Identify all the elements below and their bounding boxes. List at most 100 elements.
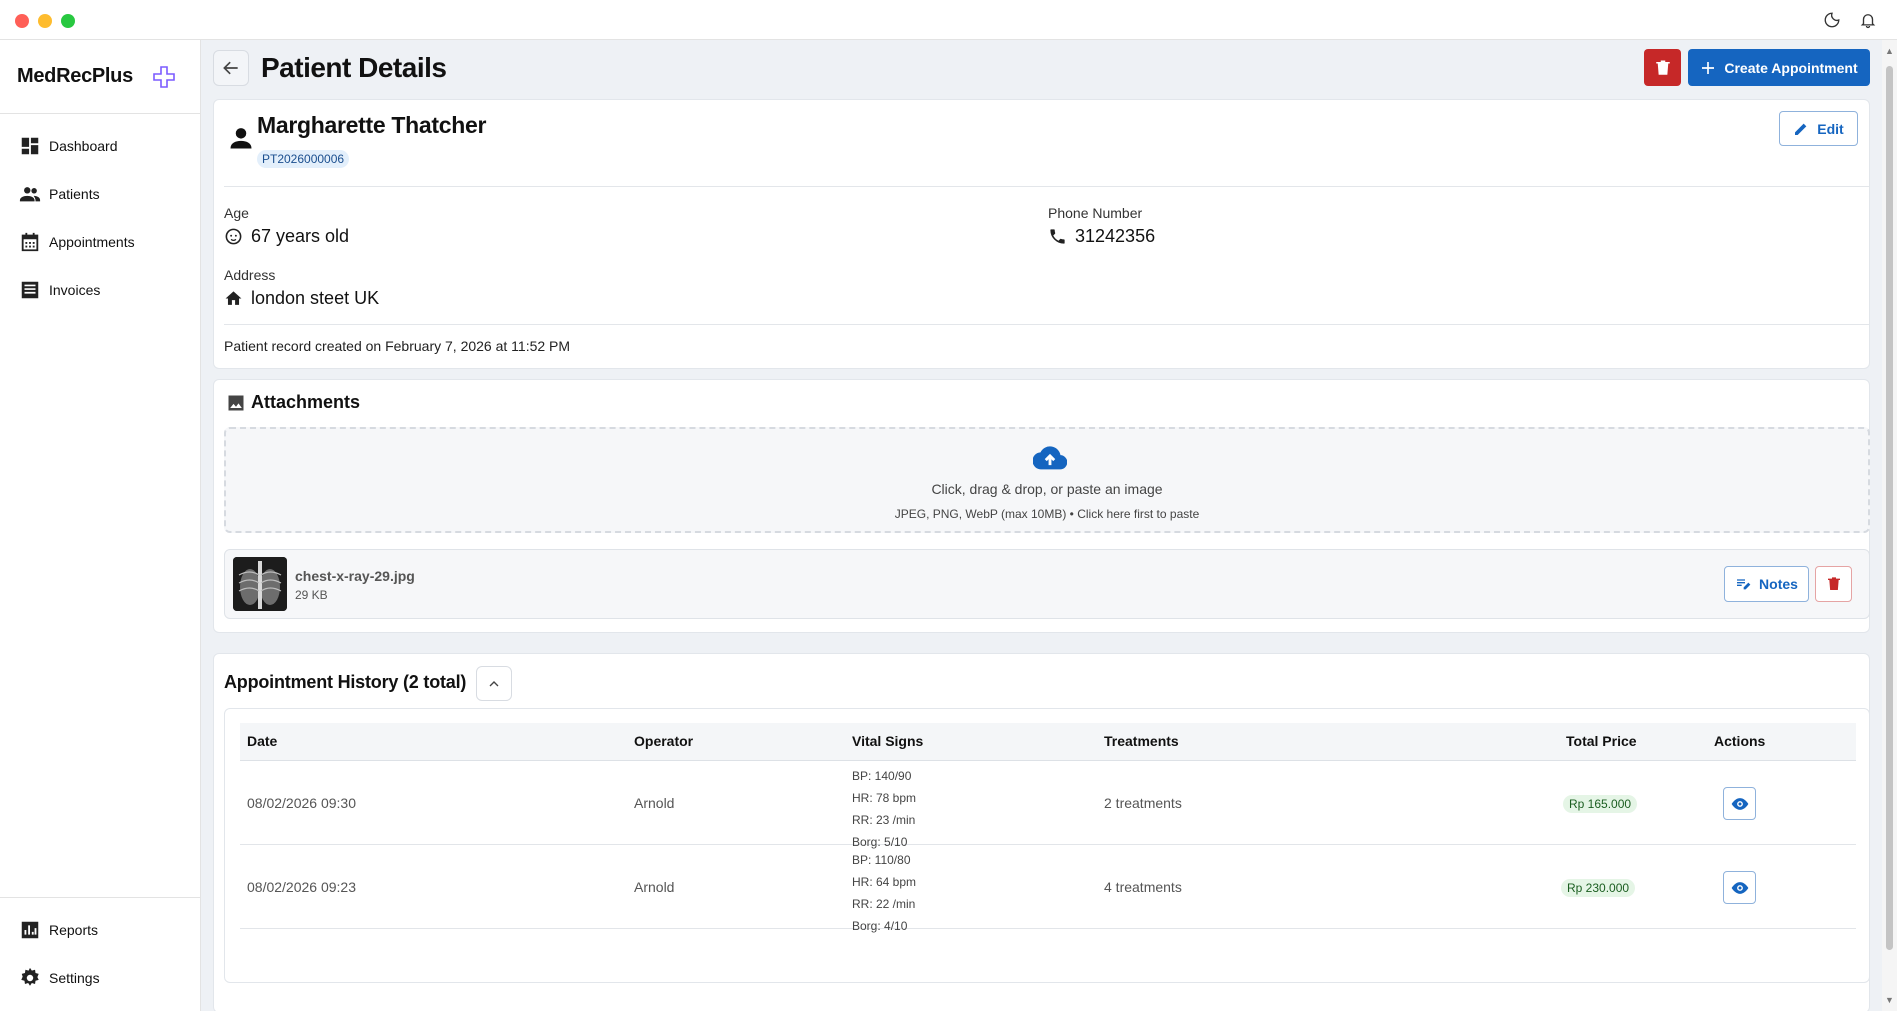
sidebar-item-patients[interactable]: Patients bbox=[0, 174, 200, 214]
trash-icon bbox=[1827, 577, 1840, 590]
vital-bp: BP: 140/90 bbox=[852, 769, 912, 783]
vital-rr: RR: 22 /min bbox=[852, 897, 916, 911]
cloud-upload-icon bbox=[1033, 446, 1067, 470]
notification-bell-icon[interactable] bbox=[1859, 11, 1877, 29]
column-header-actions: Actions bbox=[1714, 733, 1766, 749]
patient-id-badge: PT2026000006 bbox=[257, 150, 350, 168]
appointment-table: Date Operator Vital Signs Treatments Tot… bbox=[224, 708, 1870, 983]
address-text: london steet UK bbox=[251, 288, 380, 308]
people-icon bbox=[19, 187, 41, 202]
sidebar-item-label: Invoices bbox=[49, 282, 101, 298]
attachment-notes-button[interactable]: Notes bbox=[1724, 566, 1809, 602]
edit-patient-button[interactable]: Edit bbox=[1779, 111, 1858, 146]
delete-patient-button[interactable] bbox=[1644, 49, 1681, 86]
attachments-card: Attachments Click, drag & drop, or paste… bbox=[213, 379, 1870, 633]
sidebar-item-label: Patients bbox=[49, 186, 100, 202]
column-header-total-price: Total Price bbox=[1566, 733, 1637, 749]
create-appointment-label: Create Appointment bbox=[1724, 59, 1858, 76]
table-row: 08/02/2026 09:30 Arnold BP: 140/90 HR: 7… bbox=[240, 761, 1856, 849]
arrow-left-icon bbox=[223, 61, 238, 75]
trash-icon bbox=[1655, 60, 1670, 75]
phone-label: Phone Number bbox=[1048, 205, 1143, 221]
age-value: 67 years old bbox=[224, 226, 349, 247]
sidebar-item-dashboard[interactable]: Dashboard bbox=[0, 126, 200, 166]
appointment-date: 08/02/2026 09:23 bbox=[247, 879, 356, 895]
vital-rr: RR: 23 /min bbox=[852, 813, 916, 827]
appointment-treatments: 4 treatments bbox=[1104, 879, 1182, 895]
divider bbox=[0, 113, 200, 114]
dropzone-instruction: Click, drag & drop, or paste an image bbox=[931, 481, 1163, 497]
collapse-history-button[interactable] bbox=[476, 666, 512, 701]
age-text: 67 years old bbox=[251, 226, 350, 246]
phone-text: 31242356 bbox=[1075, 226, 1156, 246]
divider bbox=[224, 186, 1870, 187]
sidebar-item-settings[interactable]: Settings bbox=[0, 958, 200, 998]
sidebar-item-label: Reports bbox=[49, 922, 99, 938]
table-header: Date Operator Vital Signs Treatments Tot… bbox=[240, 723, 1856, 761]
receipt-icon bbox=[21, 281, 39, 299]
face-icon bbox=[225, 228, 242, 245]
price-badge: Rp 165.000 bbox=[1563, 795, 1638, 813]
page-scrollbar[interactable]: ▲ ▼ bbox=[1882, 40, 1897, 1011]
sidebar: MedRecPlus Dashboard Patients Appointmen… bbox=[0, 40, 201, 1011]
medical-cross-icon bbox=[153, 66, 175, 88]
attachment-filename: chest-x-ray-29.jpg bbox=[295, 568, 415, 584]
column-header-vitals: Vital Signs bbox=[852, 733, 924, 749]
chevron-up-icon bbox=[489, 680, 499, 686]
chart-icon bbox=[21, 921, 39, 939]
vital-borg: Borg: 4/10 bbox=[852, 919, 908, 933]
page-title: Patient Details bbox=[261, 52, 447, 83]
scroll-up-arrow-icon[interactable]: ▲ bbox=[1885, 46, 1894, 56]
appointment-treatments: 2 treatments bbox=[1104, 795, 1182, 811]
patient-name: Margharette Thatcher bbox=[257, 112, 487, 138]
back-button[interactable] bbox=[213, 50, 249, 86]
phone-value: 31242356 bbox=[1048, 226, 1155, 247]
create-appointment-button[interactable]: Create Appointment bbox=[1688, 49, 1870, 86]
price-badge: Rp 230.000 bbox=[1561, 879, 1636, 897]
appointment-date: 08/02/2026 09:30 bbox=[247, 795, 356, 811]
sidebar-item-appointments[interactable]: Appointments bbox=[0, 222, 200, 262]
address-value: london steet UK bbox=[224, 288, 379, 309]
appointment-history-title: Appointment History (2 total) bbox=[224, 672, 467, 692]
image-icon bbox=[228, 395, 244, 411]
vital-hr: HR: 64 bpm bbox=[852, 875, 917, 889]
main-content: Patient Details Create Appointment Margh… bbox=[201, 40, 1882, 1011]
edit-label: Edit bbox=[1817, 120, 1844, 137]
sidebar-item-label: Appointments bbox=[49, 234, 135, 250]
vital-hr: HR: 78 bpm bbox=[852, 791, 917, 805]
age-label: Age bbox=[224, 205, 249, 221]
phone-icon bbox=[1050, 229, 1065, 244]
record-created-text: Patient record created on February 7, 20… bbox=[224, 338, 571, 354]
delete-attachment-button[interactable] bbox=[1815, 566, 1852, 602]
plus-icon bbox=[1702, 61, 1715, 74]
scrollbar-thumb[interactable] bbox=[1886, 66, 1893, 950]
edit-notes-icon bbox=[1737, 579, 1751, 590]
view-appointment-button[interactable] bbox=[1723, 787, 1756, 820]
column-header-operator: Operator bbox=[634, 733, 694, 749]
attachment-filesize: 29 KB bbox=[295, 588, 328, 602]
appointment-operator: Arnold bbox=[634, 879, 675, 895]
xray-thumbnail[interactable] bbox=[233, 557, 287, 611]
close-window-button[interactable] bbox=[15, 14, 29, 28]
dark-mode-icon[interactable] bbox=[1823, 11, 1841, 29]
minimize-window-button[interactable] bbox=[38, 14, 52, 28]
calendar-icon bbox=[21, 232, 39, 252]
sidebar-item-reports[interactable]: Reports bbox=[0, 910, 200, 950]
xray-image bbox=[233, 557, 287, 611]
upload-dropzone[interactable]: Click, drag & drop, or paste an image JP… bbox=[224, 427, 1870, 533]
divider bbox=[224, 324, 1870, 325]
scroll-down-arrow-icon[interactable]: ▼ bbox=[1885, 995, 1894, 1005]
address-label: Address bbox=[224, 267, 276, 283]
sidebar-item-invoices[interactable]: Invoices bbox=[0, 270, 200, 310]
column-header-date: Date bbox=[247, 733, 278, 749]
view-appointment-button[interactable] bbox=[1723, 871, 1756, 904]
column-header-treatments: Treatments bbox=[1104, 733, 1179, 749]
table-row: 08/02/2026 09:23 Arnold BP: 110/80 HR: 6… bbox=[240, 845, 1856, 933]
gear-icon bbox=[21, 967, 39, 986]
maximize-window-button[interactable] bbox=[61, 14, 75, 28]
vital-bp: BP: 110/80 bbox=[852, 853, 911, 867]
sidebar-item-label: Dashboard bbox=[49, 138, 118, 154]
attachments-title: Attachments bbox=[251, 392, 361, 412]
patient-info-card: Margharette Thatcher PT2026000006 Edit A… bbox=[213, 99, 1870, 369]
dropzone-hint: JPEG, PNG, WebP (max 10MB) • Click here … bbox=[894, 507, 1200, 521]
